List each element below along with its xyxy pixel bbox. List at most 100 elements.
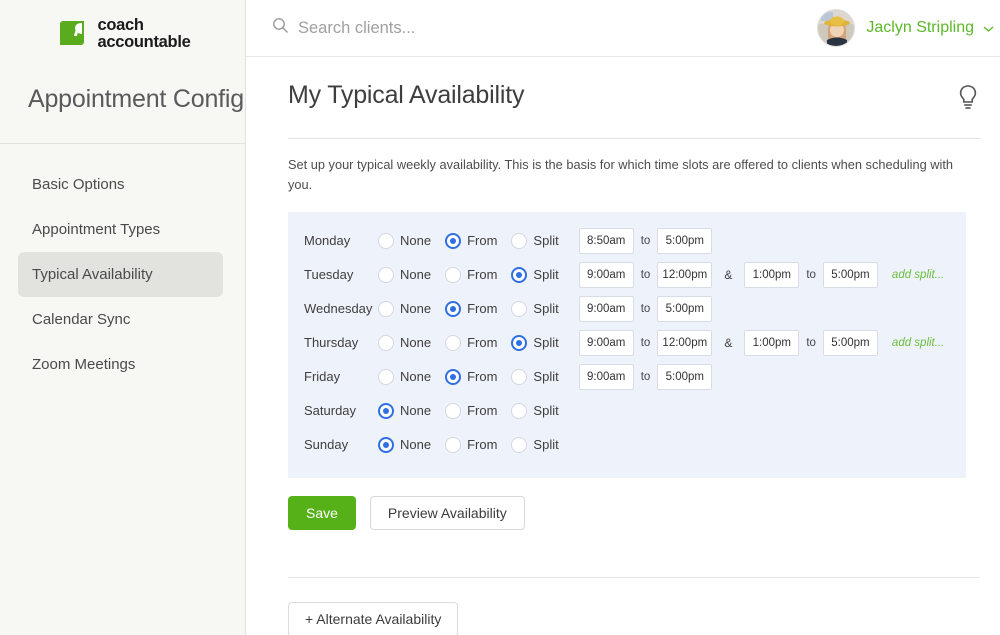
sidebar: coach accountable Appointment Config Bas…	[0, 0, 246, 635]
brand-logo[interactable]: coach accountable	[0, 0, 245, 62]
start-time-input[interactable]	[578, 261, 634, 288]
sidebar-item-calendar-sync[interactable]: Calendar Sync	[18, 297, 223, 342]
radio-option-split[interactable]: Split	[511, 368, 559, 385]
radio-split-icon[interactable]	[511, 334, 528, 351]
app-root: coach accountable Appointment Config Bas…	[0, 0, 1000, 635]
split-start-time-input[interactable]	[744, 329, 800, 356]
radio-from-icon[interactable]	[445, 266, 462, 283]
add-split-link[interactable]: add split...	[892, 269, 944, 281]
radio-option-from[interactable]: From	[445, 232, 497, 249]
end-time-input[interactable]	[657, 329, 713, 356]
radio-split-icon[interactable]	[511, 402, 528, 419]
radio-option-from[interactable]: From	[445, 300, 498, 317]
radio-option-split[interactable]: Split	[511, 334, 559, 351]
radio-label: From	[467, 267, 498, 283]
availability-row-monday: Monday None From Split 8:50am to 5:00pm	[288, 224, 966, 258]
split-end-time-input[interactable]	[822, 329, 878, 356]
radio-split-icon[interactable]	[511, 300, 528, 317]
radio-label: From	[467, 301, 498, 317]
radio-none-icon[interactable]	[378, 436, 394, 453]
radio-option-none[interactable]: None	[378, 266, 431, 283]
radio-from-icon[interactable]	[445, 402, 462, 419]
radio-option-none[interactable]: None	[378, 232, 431, 249]
radio-option-split[interactable]: Split	[511, 232, 559, 249]
availability-row-saturday: Saturday None From Split	[288, 394, 966, 428]
availability-row-thursday: Thursday None From Split 9:00am to 12:00…	[288, 326, 966, 360]
mode-radio-group: None From Split	[378, 368, 573, 385]
radio-option-none[interactable]: None	[378, 368, 431, 385]
radio-label: From	[467, 335, 498, 351]
radio-option-none[interactable]: None	[378, 402, 432, 419]
chevron-down-icon[interactable]	[983, 21, 994, 36]
radio-label: Split	[533, 437, 559, 453]
radio-none-icon[interactable]	[378, 368, 394, 385]
start-time-input[interactable]	[578, 227, 634, 254]
radio-split-icon[interactable]	[511, 232, 528, 249]
radio-none-icon[interactable]	[378, 300, 394, 317]
end-time-input[interactable]	[657, 295, 713, 322]
radio-option-from[interactable]: From	[445, 436, 497, 453]
radio-option-from[interactable]: From	[445, 368, 497, 385]
sidebar-item-basic-options[interactable]: Basic Options	[18, 162, 223, 207]
start-time-input[interactable]	[578, 363, 634, 390]
sidebar-item-label: Typical Availability	[32, 265, 153, 283]
search-input[interactable]	[298, 18, 628, 38]
radio-option-split[interactable]: Split	[511, 266, 559, 283]
end-time-input[interactable]	[657, 261, 713, 288]
add-split-link[interactable]: add split...	[892, 337, 944, 349]
search-area[interactable]	[272, 17, 817, 39]
radio-from-icon[interactable]	[445, 436, 462, 453]
radio-none-icon[interactable]	[378, 334, 394, 351]
radio-option-from[interactable]: From	[445, 334, 498, 351]
start-time-input[interactable]	[578, 329, 634, 356]
to-label: to	[640, 302, 651, 315]
preview-availability-button[interactable]: Preview Availability	[369, 495, 525, 530]
radio-split-icon[interactable]	[511, 266, 528, 283]
radio-option-none[interactable]: None	[378, 300, 431, 317]
to-label: to	[806, 268, 816, 281]
sidebar-item-label: Zoom Meetings	[32, 355, 136, 373]
sidebar-item-appointment-types[interactable]: Appointment Types	[18, 207, 223, 252]
radio-label: None	[400, 403, 432, 419]
radio-label: Split	[533, 267, 559, 283]
to-label: to	[640, 370, 651, 383]
sidebar-title: Appointment Config	[28, 85, 244, 113]
sidebar-item-label: Basic Options	[32, 175, 125, 193]
radio-option-split[interactable]: Split	[511, 300, 559, 317]
radio-split-icon[interactable]	[511, 368, 528, 385]
end-time-input[interactable]	[657, 363, 713, 390]
radio-label: None	[400, 335, 432, 351]
sidebar-item-typical-availability[interactable]: Typical Availability	[18, 251, 223, 297]
sidebar-nav: Basic Options Appointment Types Typical …	[0, 144, 245, 387]
radio-none-icon[interactable]	[378, 402, 394, 419]
radio-option-none[interactable]: None	[378, 436, 431, 453]
radio-from-icon[interactable]	[445, 368, 462, 385]
day-label: Sunday	[304, 437, 349, 453]
radio-none-icon[interactable]	[378, 232, 394, 249]
radio-label: Split	[533, 403, 559, 419]
radio-option-split[interactable]: Split	[511, 436, 559, 453]
radio-option-from[interactable]: From	[445, 402, 497, 419]
radio-from-icon[interactable]	[445, 334, 462, 351]
lightbulb-icon[interactable]	[956, 84, 980, 117]
start-time-input[interactable]	[578, 295, 634, 322]
radio-from-icon[interactable]	[445, 300, 462, 317]
add-alternate-availability-button[interactable]: + Alternate Availability	[288, 601, 459, 635]
split-end-time-input[interactable]	[822, 261, 878, 288]
availability-row-wednesday: Wednesday None From Split 9:00am to 5:00…	[288, 292, 966, 326]
action-buttons: Save Preview Availability	[288, 495, 980, 530]
radio-none-icon[interactable]	[378, 266, 394, 283]
radio-option-from[interactable]: From	[445, 266, 498, 283]
radio-split-icon[interactable]	[511, 436, 528, 453]
main-content: Jaclyn Stripling My Typical Availability	[246, 0, 1000, 635]
user-menu[interactable]: Jaclyn Stripling	[817, 9, 994, 47]
radio-option-split[interactable]: Split	[511, 402, 559, 419]
time-range: to	[578, 295, 713, 322]
end-time-input[interactable]	[657, 227, 713, 254]
mode-radio-group: None From Split	[378, 334, 573, 351]
save-button[interactable]: Save	[288, 495, 356, 530]
split-start-time-input[interactable]	[744, 261, 800, 288]
sidebar-item-zoom-meetings[interactable]: Zoom Meetings	[18, 342, 223, 387]
radio-option-none[interactable]: None	[378, 334, 432, 351]
radio-from-icon[interactable]	[445, 232, 462, 249]
